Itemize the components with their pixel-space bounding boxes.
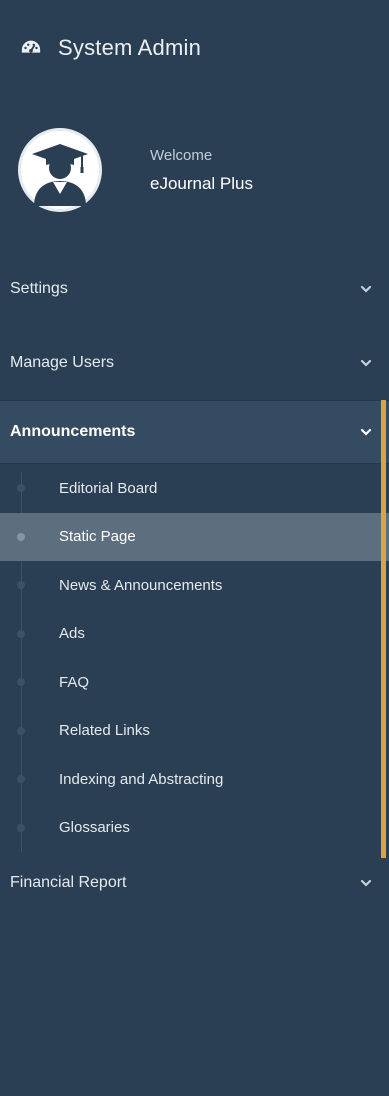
- menu-item-announcements[interactable]: Announcements: [0, 400, 389, 464]
- submenu-item-editorial-board[interactable]: Editorial Board: [0, 464, 389, 513]
- menu-item-settings[interactable]: Settings: [0, 252, 389, 326]
- bullet-dot-icon: [17, 629, 25, 638]
- dashboard-gauge-icon: [21, 40, 41, 53]
- submenu-item-glossaries[interactable]: Glossaries: [0, 804, 389, 853]
- sidebar: System Admin Welcome eJournal Plus Setti…: [0, 0, 389, 1096]
- menu-item-manage-users[interactable]: Manage Users: [0, 326, 389, 400]
- submenu-item-label: Indexing and Abstracting: [59, 770, 224, 788]
- side-menu: Settings Manage Users Announcements Edit…: [0, 252, 389, 914]
- submenu-item-label: Static Page: [59, 528, 136, 546]
- user-profile: Welcome eJournal Plus: [18, 128, 253, 212]
- submenu-item-faq[interactable]: FAQ: [0, 658, 389, 707]
- bullet-dot-icon: [17, 678, 25, 687]
- chevron-down-icon: [360, 285, 372, 293]
- brand-title: System Admin: [58, 35, 202, 60]
- bullet-dot-icon: [17, 581, 25, 590]
- submenu-item-label: Related Links: [59, 722, 150, 740]
- submenu-item-label: Ads: [59, 625, 85, 643]
- bullet-dot-icon: [17, 532, 25, 541]
- submenu-item-related-links[interactable]: Related Links: [0, 707, 389, 756]
- user-name: eJournal Plus: [150, 173, 254, 193]
- menu-item-label: Settings: [10, 280, 68, 297]
- submenu-item-static-page[interactable]: Static Page: [0, 512, 389, 561]
- submenu-item-label: Editorial Board: [59, 479, 158, 497]
- brand[interactable]: System Admin: [20, 32, 201, 64]
- submenu-item-news-announcements[interactable]: News & Announcements: [0, 561, 389, 610]
- submenu-item-ads[interactable]: Ads: [0, 610, 389, 659]
- menu-item-financial-report[interactable]: Financial Report: [0, 852, 389, 914]
- bullet-dot-icon: [17, 823, 25, 832]
- chevron-down-icon: [360, 359, 372, 367]
- chevron-down-icon: [360, 428, 372, 436]
- chevron-down-icon: [360, 879, 372, 887]
- submenu-item-indexing-abstracting[interactable]: Indexing and Abstracting: [0, 755, 389, 804]
- announcements-submenu: Editorial Board Static Page News & Annou…: [0, 464, 389, 852]
- bullet-dot-icon: [17, 726, 25, 735]
- submenu-item-label: News & Announcements: [59, 576, 223, 594]
- avatar: [18, 128, 102, 212]
- graduate-avatar-icon: [32, 144, 88, 206]
- menu-item-label: Financial Report: [10, 874, 127, 891]
- submenu-item-label: FAQ: [59, 673, 90, 691]
- active-section-indicator: [381, 400, 386, 858]
- welcome-label: Welcome: [150, 146, 213, 164]
- bullet-dot-icon: [17, 775, 25, 784]
- menu-item-label: Manage Users: [10, 354, 115, 371]
- submenu-item-label: Glossaries: [59, 819, 130, 837]
- menu-item-label: Announcements: [10, 423, 136, 440]
- bullet-dot-icon: [17, 484, 25, 493]
